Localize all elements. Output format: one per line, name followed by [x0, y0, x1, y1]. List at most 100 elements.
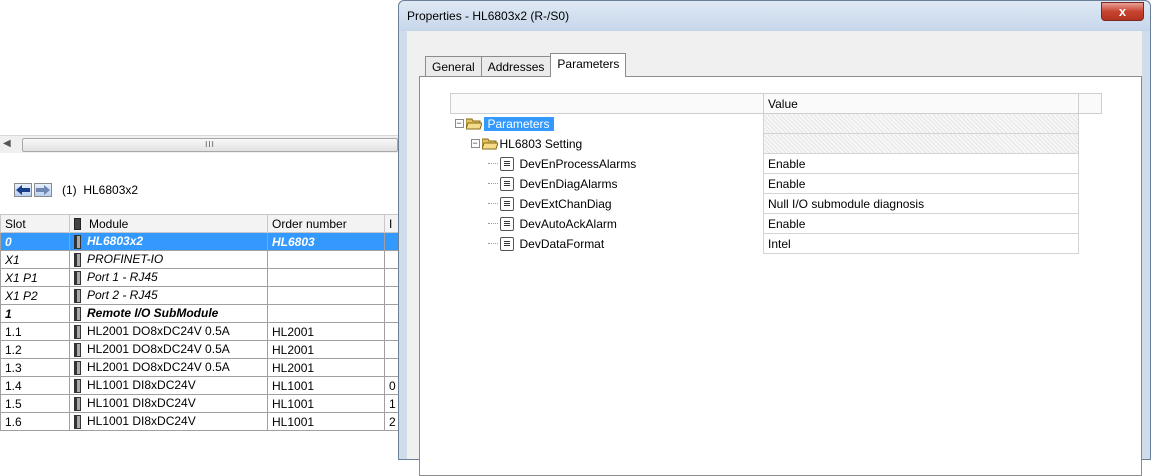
station-number: (1) [62, 183, 77, 197]
open-folder-icon [465, 118, 482, 130]
module-cell: HL2001 DO8xDC24V 0.5A [69, 358, 268, 377]
parameter-tree-header: Value [450, 93, 1102, 114]
tab-addresses[interactable]: Addresses [480, 56, 552, 77]
forward-arrow-icon [36, 185, 50, 195]
tree-root-label: Parameters [483, 116, 554, 131]
forward-arrow-button[interactable] [34, 183, 52, 197]
dialog-client-area: General Addresses Parameters Value − Par… [407, 31, 1142, 476]
module-cell: HL2001 DO8xDC24V 0.5A [69, 340, 268, 359]
collapse-icon[interactable]: − [454, 119, 464, 129]
module-name: HL2001 DO8xDC24V 0.5A [87, 324, 230, 339]
scroll-thumb[interactable]: III [22, 138, 398, 152]
header-filler [1078, 93, 1102, 114]
tree-row-group[interactable]: − HL6803 Setting [451, 133, 1102, 154]
slot-cell: 1.5 [0, 394, 70, 413]
header-module[interactable]: Module [69, 214, 268, 233]
close-icon: x [1118, 4, 1127, 19]
slot-cell: 1.4 [0, 376, 70, 395]
parameter-value[interactable]: Null I/O submodule diagnosis [763, 193, 1079, 214]
back-arrow-button[interactable] [14, 183, 32, 197]
tree-group-label: HL6803 Setting [499, 136, 583, 151]
order-number-cell: HL2001 [267, 322, 385, 341]
slot-row[interactable]: 1.5 HL1001 DI8xDC24V HL1001 1 [0, 394, 401, 413]
header-slot[interactable]: Slot [0, 214, 70, 233]
header-order-number[interactable]: Order number [267, 214, 385, 233]
parameter-row[interactable]: DevAutoAckAlarm Enable [451, 213, 1102, 234]
slot-cell: 1.2 [0, 340, 70, 359]
module-icon [74, 324, 81, 339]
module-name: PROFINET-IO [87, 252, 164, 267]
parameter-row[interactable]: DevExtChanDiag Null I/O submodule diagnos… [451, 193, 1102, 214]
order-number-cell [267, 250, 385, 269]
tab-parameters[interactable]: Parameters [550, 53, 627, 77]
station-name: HL6803x2 [83, 183, 139, 197]
slot-row[interactable]: 1.3 HL2001 DO8xDC24V 0.5A HL2001 [0, 358, 401, 377]
module-cell: Port 2 - RJ45 [69, 286, 268, 305]
order-number-cell [267, 304, 385, 323]
module-name: Port 2 - RJ45 [87, 288, 158, 303]
parameter-name: DevDataFormat [519, 236, 605, 251]
module-name: HL2001 DO8xDC24V 0.5A [87, 342, 230, 357]
module-cell: HL2001 DO8xDC24V 0.5A [69, 322, 268, 341]
module-icon [74, 378, 81, 393]
parameter-icon [499, 196, 514, 211]
parameter-value[interactable]: Enable [763, 173, 1079, 194]
module-icon [74, 342, 81, 357]
module-cell: PROFINET-IO [69, 250, 268, 269]
slot-row[interactable]: 1.2 HL2001 DO8xDC24V 0.5A HL2001 [0, 340, 401, 359]
parameter-name: DevEnDiagAlarms [519, 176, 618, 191]
dialog-titlebar[interactable]: Properties - HL6803x2 (R-/S0) x [399, 1, 1150, 31]
close-button[interactable]: x [1101, 2, 1144, 21]
scroll-left-arrow-icon[interactable]: ◀ [3, 138, 11, 149]
header-name[interactable] [450, 93, 764, 114]
module-icon [74, 360, 81, 375]
module-name: Port 1 - RJ45 [87, 270, 158, 285]
tab-general[interactable]: General [425, 56, 482, 77]
slot-row[interactable]: X1 P2 Port 2 - RJ45 [0, 286, 401, 305]
slot-row[interactable]: 1 Remote I/O SubModule [0, 304, 401, 323]
parameter-value[interactable]: Enable [763, 153, 1079, 174]
slot-cell: 1.6 [0, 412, 70, 431]
order-number-cell: HL1001 [267, 376, 385, 395]
horizontal-scrollbar[interactable]: ◀ III [0, 135, 400, 153]
module-name: HL1001 DI8xDC24V [87, 378, 196, 393]
module-icon [74, 270, 81, 285]
parameter-row[interactable]: DevDataFormat Intel [451, 233, 1102, 254]
order-number-cell: HL1001 [267, 394, 385, 413]
module-cell: HL1001 DI8xDC24V [69, 376, 268, 395]
parameter-icon [499, 236, 514, 251]
slot-row[interactable]: 0 HL6803x2 HL6803 [0, 232, 401, 251]
module-cell: HL1001 DI8xDC24V [69, 394, 268, 413]
header-value[interactable]: Value [763, 93, 1079, 114]
parameter-row[interactable]: DevEnDiagAlarms Enable [451, 173, 1102, 194]
tree-connector [487, 223, 498, 224]
slot-cell: X1 P1 [0, 268, 70, 287]
parameter-row[interactable]: DevEnProcessAlarms Enable [451, 153, 1102, 174]
slot-row[interactable]: X1 P1 Port 1 - RJ45 [0, 268, 401, 287]
slot-cell: X1 P2 [0, 286, 70, 305]
module-cell: HL6803x2 [69, 232, 268, 251]
slot-row[interactable]: 1.1 HL2001 DO8xDC24V 0.5A HL2001 [0, 322, 401, 341]
parameter-value[interactable]: Intel [763, 233, 1079, 254]
tree-group-value [763, 133, 1079, 154]
slot-row[interactable]: X1 PROFINET-IO [0, 250, 401, 269]
module-icon [74, 306, 81, 321]
module-name: HL1001 DI8xDC24V [87, 414, 196, 429]
module-icon [74, 396, 81, 411]
parameter-name: DevExtChanDiag [519, 196, 612, 211]
open-folder-icon [481, 138, 498, 149]
module-name: HL6803x2 [87, 234, 144, 249]
tree-row-root[interactable]: − Parameters [451, 113, 1102, 134]
slot-table-body: 0 HL6803x2 HL6803 X1 PROFINET-IO X1 P1 Port 1 … [0, 232, 401, 431]
collapse-icon[interactable]: − [470, 139, 480, 148]
slot-row[interactable]: 1.4 HL1001 DI8xDC24V HL1001 0 [0, 376, 401, 395]
slot-row[interactable]: 1.6 HL1001 DI8xDC24V HL1001 2 [0, 412, 401, 431]
station-navigation: (1) HL6803x2 [14, 180, 138, 200]
module-header-icon [74, 218, 81, 231]
parameter-value[interactable]: Enable [763, 213, 1079, 234]
order-number-cell: HL2001 [267, 340, 385, 359]
slot-cell: 1 [0, 304, 70, 323]
slot-cell: X1 [0, 250, 70, 269]
slot-cell: 0 [0, 232, 70, 251]
tree-connector [487, 163, 498, 164]
